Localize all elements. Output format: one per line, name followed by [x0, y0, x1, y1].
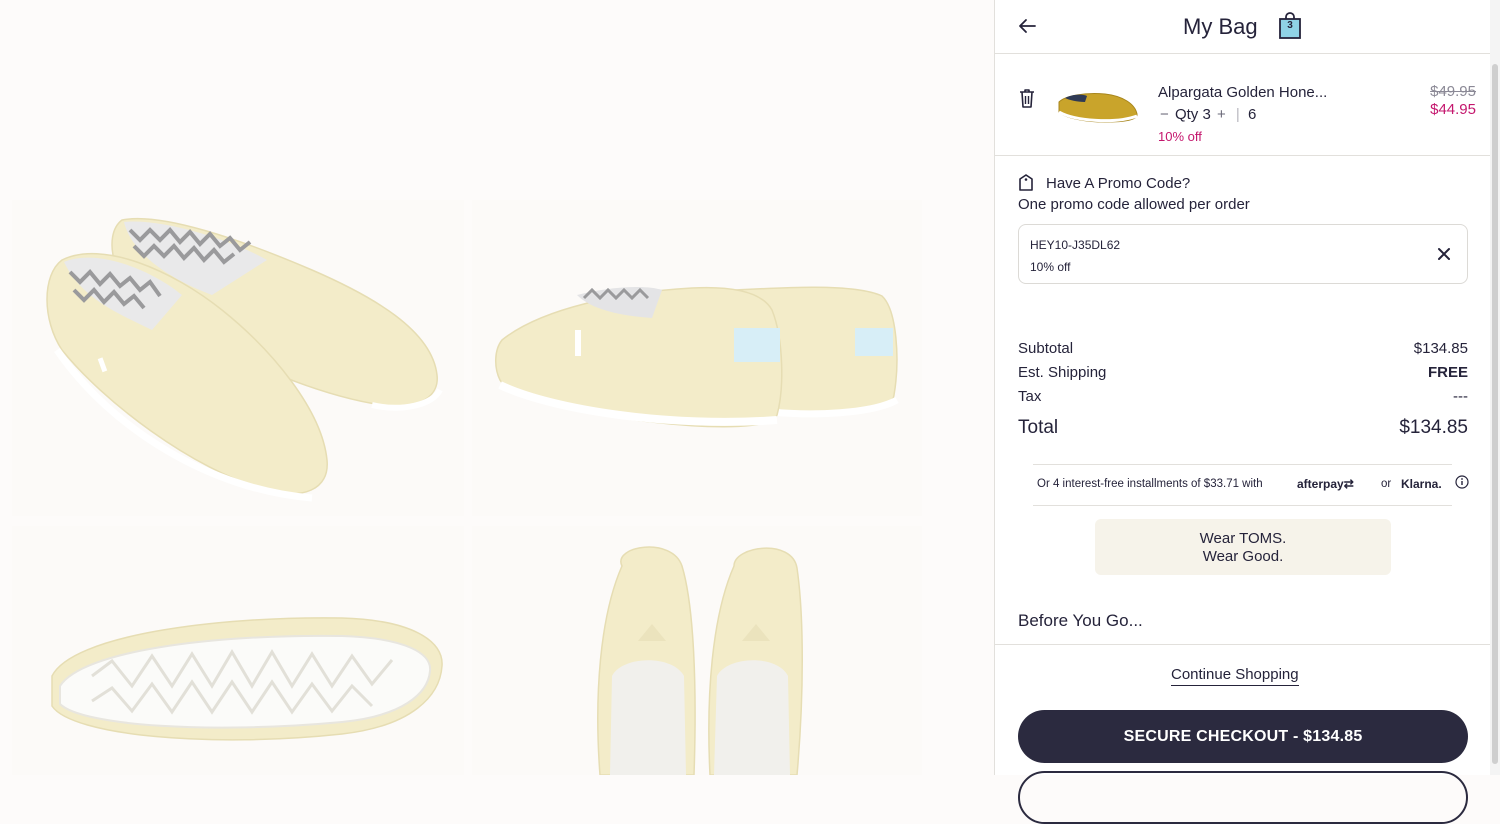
trash-icon[interactable]	[1017, 87, 1037, 109]
tax-label: Tax	[1018, 388, 1042, 405]
qty-increase-button[interactable]: +	[1215, 106, 1228, 123]
product-image-pair-angle[interactable]	[12, 200, 464, 516]
slogan-line-1: Wear TOMS.	[1199, 530, 1287, 547]
sale-price: $44.95	[1430, 101, 1476, 118]
shipping-value: FREE	[1427, 364, 1468, 381]
installments-message: Or 4 interest-free installments of $33.7…	[1033, 464, 1469, 506]
cart-item-thumbnail[interactable]	[1055, 88, 1139, 130]
product-gallery	[0, 0, 994, 775]
before-you-go-heading: Before You Go...	[1018, 611, 1143, 630]
secondary-payment-button[interactable]	[1018, 771, 1468, 824]
qty-decrease-button[interactable]: −	[1158, 106, 1171, 123]
item-discount-label: 10% off	[1158, 129, 1202, 144]
close-icon[interactable]	[1435, 245, 1453, 263]
slogan-line-2: Wear Good.	[1202, 548, 1284, 565]
footer-divider	[995, 644, 1491, 645]
promo-title[interactable]: Have A Promo Code?	[1046, 175, 1190, 192]
installments-or: or	[1381, 478, 1392, 490]
original-price: $49.95	[1430, 83, 1476, 100]
tax-row: Tax ---	[1018, 388, 1468, 410]
qty-size-divider: |	[1235, 106, 1240, 123]
bag-item-count: 3	[1287, 20, 1293, 31]
bag-title: My Bag	[1183, 14, 1258, 39]
continue-shopping-link[interactable]: Continue Shopping	[1171, 666, 1299, 686]
shoe-sole-illustration	[51, 617, 443, 741]
cart-item: Alpargata Golden Hone... − Qty 3 + | 6 1…	[995, 54, 1491, 156]
quantity-stepper: − Qty 3 + | 6	[1158, 106, 1256, 123]
subtotal-value: $134.85	[1413, 340, 1468, 357]
total-row: Total $134.85	[1018, 417, 1468, 443]
klarna-logo: Klarna.	[1401, 477, 1442, 491]
back-arrow-icon[interactable]	[1015, 14, 1039, 38]
qty-value: Qty 3	[1174, 106, 1211, 123]
installments-text: Or 4 interest-free installments of $33.7…	[1037, 478, 1263, 490]
promo-code-discount: 10% off	[1030, 260, 1071, 274]
tax-value: ---	[1453, 388, 1468, 405]
cart-item-name[interactable]: Alpargata Golden Hone...	[1158, 84, 1327, 101]
bag-drawer: My Bag 3 Alpargata Golden Hone... − Qty …	[994, 0, 1491, 824]
subtotal-label: Subtotal	[1018, 340, 1074, 357]
promo-header: Have A Promo Code?	[1018, 173, 1318, 193]
slogan-banner: Wear TOMS. Wear Good.	[1095, 519, 1391, 575]
shoe-top-view-illustration	[597, 546, 803, 775]
total-label: Total	[1018, 417, 1059, 438]
promo-code-value: HEY10-J35DL62	[1030, 238, 1121, 252]
product-image-sole[interactable]	[12, 526, 464, 775]
bag-header: My Bag 3	[995, 0, 1491, 54]
toms-label-front	[734, 328, 780, 362]
applied-promo-code: HEY10-J35DL62 10% off	[1018, 224, 1468, 284]
total-value: $134.85	[1399, 417, 1468, 438]
size-value: 6	[1247, 106, 1257, 123]
subtotal-row: Subtotal $134.85	[1018, 340, 1468, 362]
product-image-pair-back[interactable]	[472, 200, 922, 516]
info-icon[interactable]	[1455, 475, 1469, 489]
afterpay-logo: afterpay⇄	[1297, 477, 1354, 491]
product-image-top[interactable]	[472, 526, 922, 775]
toms-label-rear	[855, 328, 893, 356]
shoe-pair-back-illustration	[495, 286, 899, 428]
price-tag-icon	[1019, 174, 1033, 191]
shoe-pair-angle-illustration	[46, 217, 443, 502]
shipping-label: Est. Shipping	[1018, 364, 1107, 381]
shipping-row: Est. Shipping FREE	[1018, 364, 1468, 386]
scrollbar-thumb[interactable]	[1492, 64, 1498, 764]
promo-subtitle: One promo code allowed per order	[1018, 196, 1250, 213]
secure-checkout-button[interactable]: SECURE CHECKOUT - $134.85	[1018, 710, 1468, 763]
